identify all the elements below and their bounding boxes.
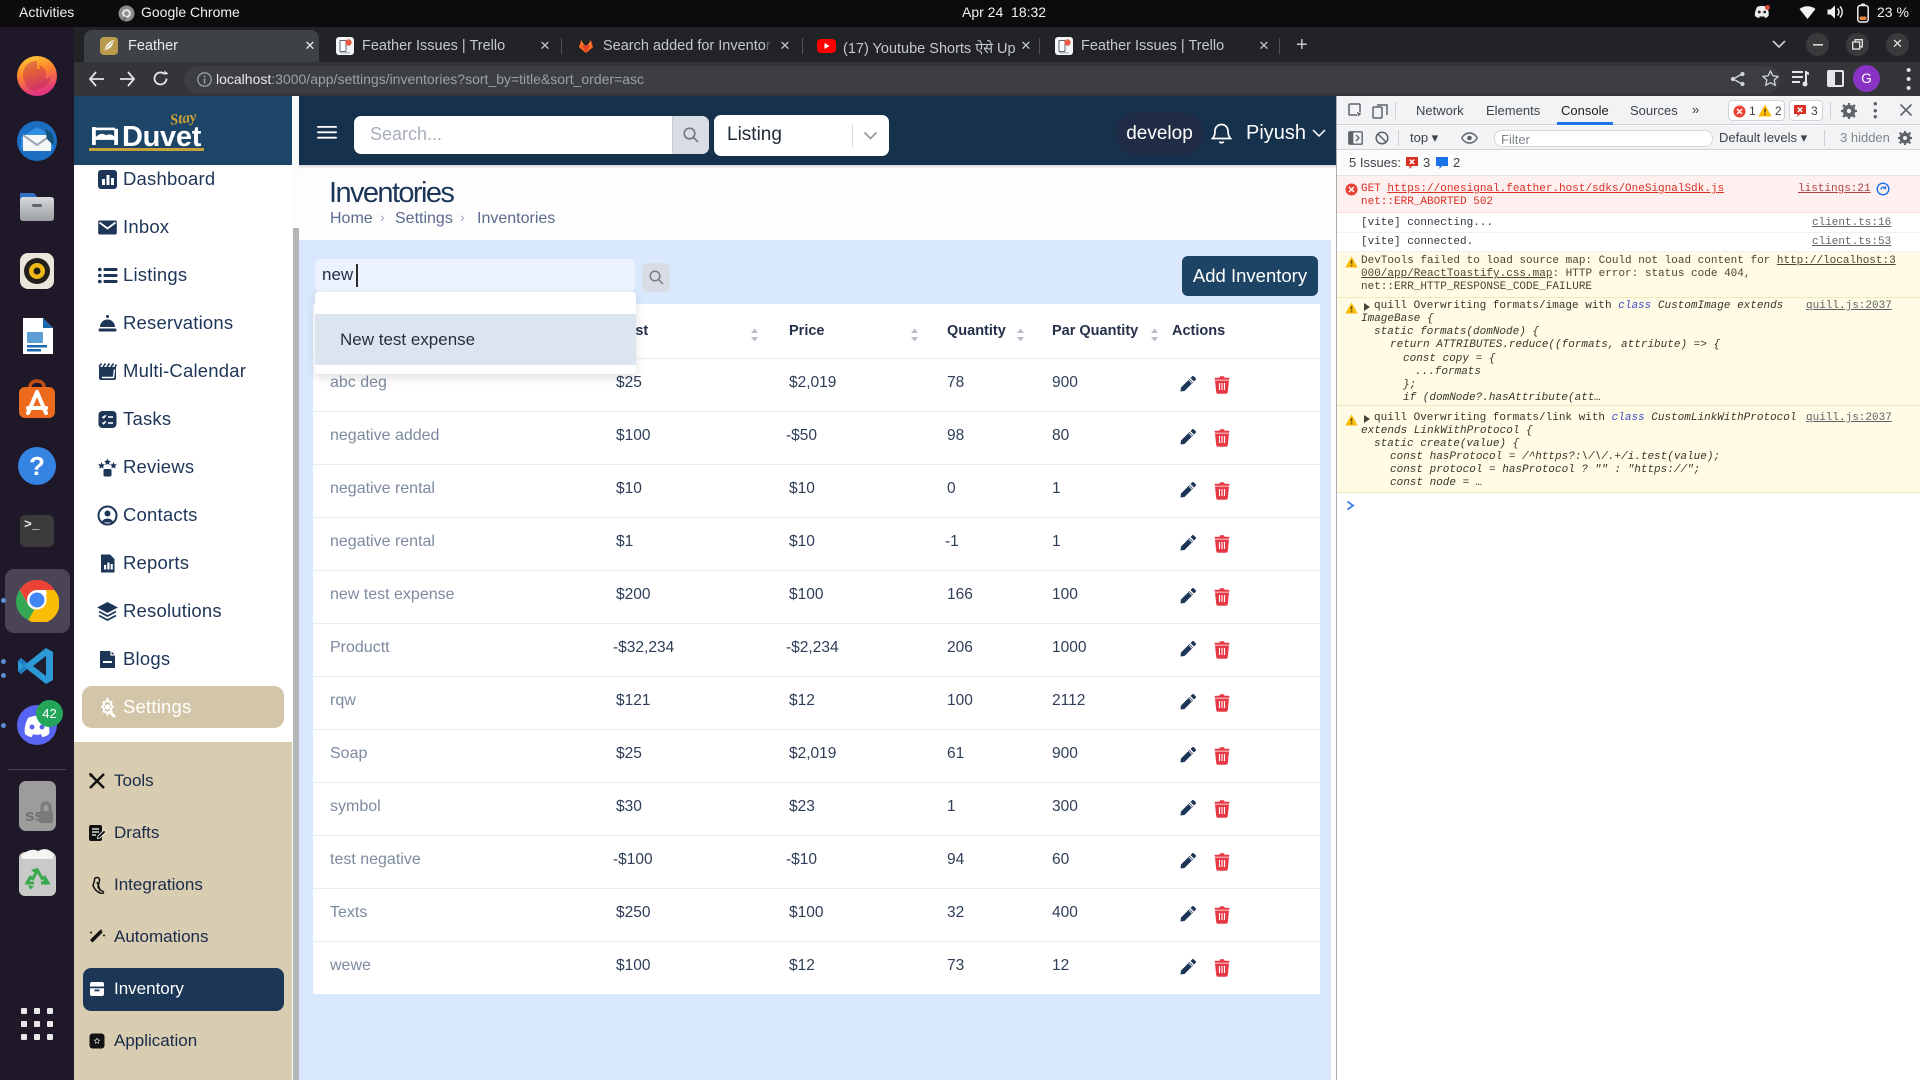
svg-text:>_: >_ xyxy=(24,517,40,532)
svg-text:?: ? xyxy=(29,451,45,481)
